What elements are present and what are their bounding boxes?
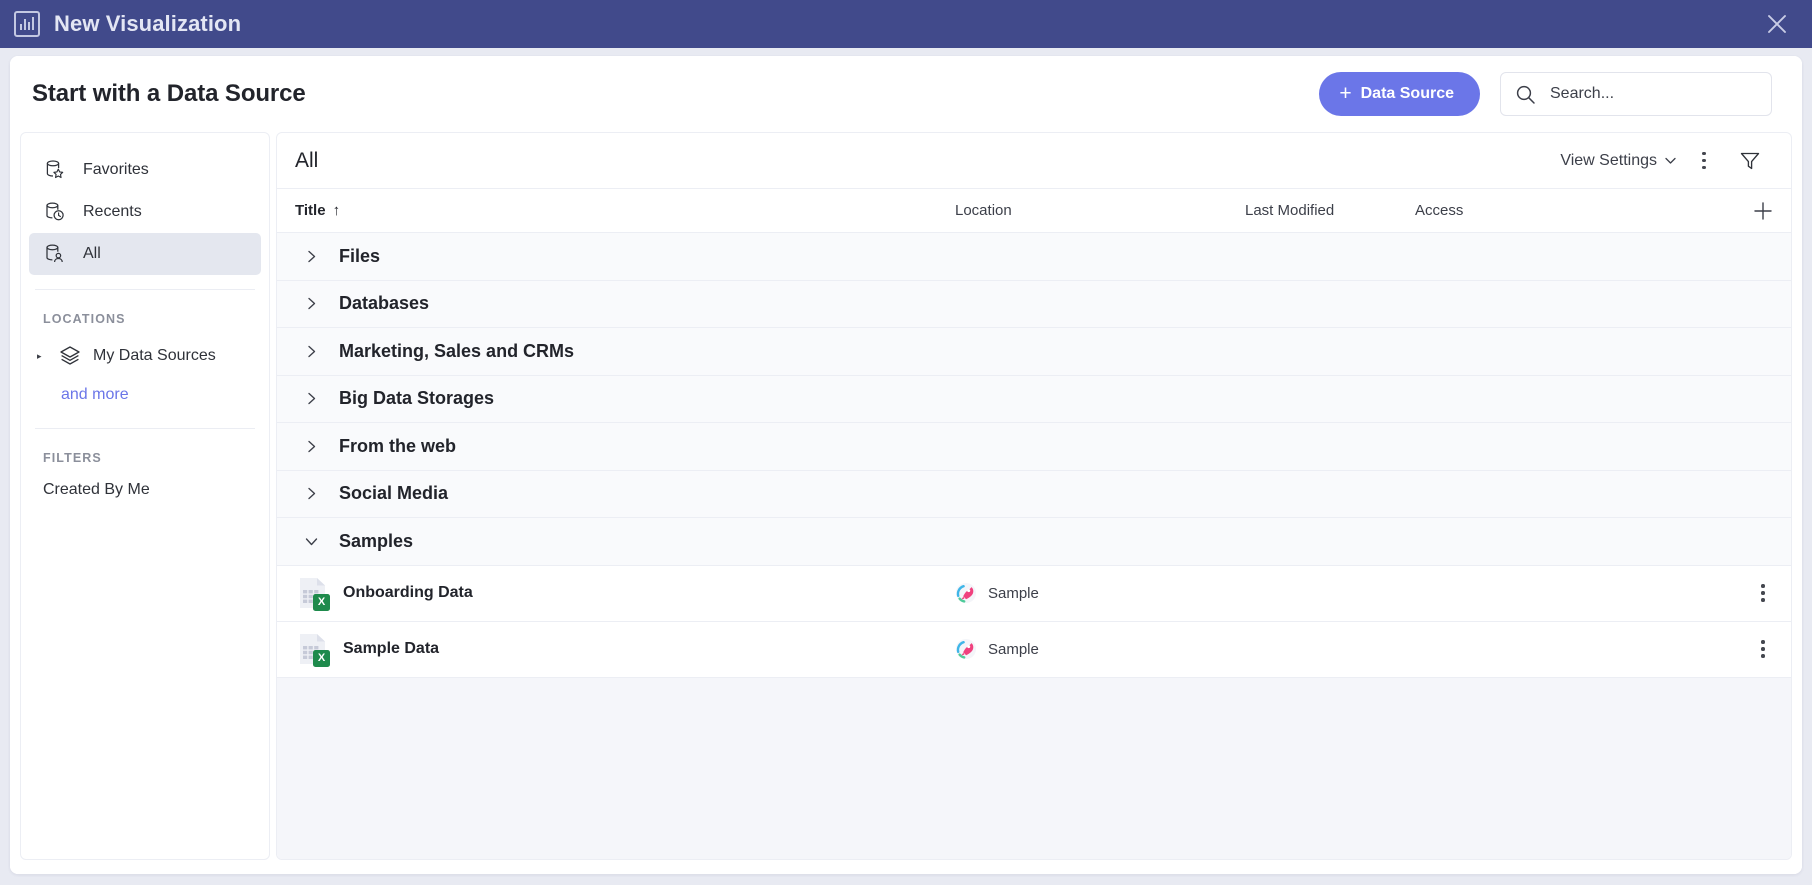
sort-ascending-icon: ↑ <box>332 202 341 219</box>
sidebar-item-recents[interactable]: Recents <box>29 191 261 233</box>
file-title-label: Sample Data <box>343 640 440 657</box>
rocket-icon <box>956 639 976 659</box>
column-header-last-modified[interactable]: Last Modified <box>1245 202 1415 219</box>
table-header-row: Title ↑ Location Last Modified Access <box>277 189 1791 233</box>
window-titlebar: New Visualization <box>0 0 1812 48</box>
table-row[interactable]: X Onboarding Data Sample <box>277 565 1791 622</box>
column-header-access[interactable]: Access <box>1415 202 1735 219</box>
database-user-icon <box>46 244 63 263</box>
group-row-expanded[interactable]: Samples <box>277 518 1791 566</box>
excel-file-icon: X <box>299 633 330 667</box>
data-source-panel: Start with a Data Source + Data Source S… <box>10 56 1802 874</box>
group-row[interactable]: Marketing, Sales and CRMs <box>277 328 1791 376</box>
add-data-source-button[interactable]: + Data Source <box>1319 72 1480 116</box>
panel-body: Favorites Recents All LOCATIONS ▸ My Dat… <box>10 132 1802 874</box>
sidebar-item-label: All <box>83 245 101 262</box>
sidebar-filter-created-by-me[interactable]: Created By Me <box>29 475 261 505</box>
group-row-label: Marketing, Sales and CRMs <box>339 340 575 361</box>
row-menu-button[interactable] <box>1735 640 1791 658</box>
file-location-label: Sample <box>988 640 1039 658</box>
chevron-right-icon <box>303 343 331 360</box>
kebab-menu-icon <box>1761 584 1765 602</box>
plus-icon <box>1754 201 1772 220</box>
search-box[interactable] <box>1500 72 1772 116</box>
filter-button[interactable] <box>1731 142 1769 180</box>
view-settings-button[interactable]: View Settings <box>1560 152 1677 170</box>
plus-icon: + <box>1339 81 1352 105</box>
chevron-right-icon <box>303 248 331 265</box>
sidebar-item-label: Recents <box>83 203 142 220</box>
sidebar-item-favorites[interactable]: Favorites <box>29 149 261 191</box>
column-header-title[interactable]: Title ↑ <box>295 202 955 219</box>
bar-chart-icon <box>14 11 40 37</box>
database-clock-icon <box>46 202 64 221</box>
more-options-button[interactable] <box>1685 142 1723 180</box>
column-header-location[interactable]: Location <box>955 202 1245 219</box>
chevron-right-icon <box>303 485 331 502</box>
group-row-label: Samples <box>339 530 414 551</box>
expand-caret-icon[interactable]: ▸ <box>37 351 47 361</box>
search-input[interactable] <box>1550 85 1757 103</box>
sidebar-locations-label: LOCATIONS <box>43 312 126 326</box>
kebab-menu-icon <box>1761 640 1765 658</box>
group-row[interactable]: From the web <box>277 423 1791 471</box>
chevron-right-icon <box>303 438 331 455</box>
add-data-source-label: Data Source <box>1360 85 1454 102</box>
excel-badge: X <box>313 594 330 611</box>
file-title-cell: X Onboarding Data <box>295 577 955 611</box>
current-view-label: All <box>295 148 319 172</box>
sidebar-item-my-data-sources[interactable]: ▸ My Data Sources <box>29 336 261 376</box>
group-row-label: Big Data Storages <box>339 388 495 409</box>
sidebar-filters-label: FILTERS <box>43 451 102 465</box>
file-title-cell: X Sample Data <box>295 633 955 667</box>
file-location-cell: Sample <box>955 582 1245 604</box>
group-row-label: From the web <box>339 435 457 456</box>
data-source-rows: Files Databases Marketing, Sales and CRM… <box>277 233 1791 859</box>
table-row[interactable]: X Sample Data Sample <box>277 621 1791 678</box>
group-row[interactable]: Big Data Storages <box>277 375 1791 423</box>
group-row-label: Databases <box>339 293 430 314</box>
search-icon <box>1516 85 1535 104</box>
titlebar-left-group: New Visualization <box>14 11 241 37</box>
sidebar: Favorites Recents All LOCATIONS ▸ My Dat… <box>20 132 270 860</box>
close-icon[interactable] <box>1760 7 1794 41</box>
file-location-cell: Sample <box>955 638 1245 660</box>
group-row[interactable]: Databases <box>277 280 1791 328</box>
add-column-button[interactable] <box>1735 200 1791 222</box>
page-title: Start with a Data Source <box>32 80 306 107</box>
excel-file-icon: X <box>299 577 330 611</box>
group-row-label: Files <box>339 245 381 266</box>
file-location-label: Sample <box>988 584 1039 602</box>
and-more-link[interactable]: and more <box>29 376 261 404</box>
list-toolbar: All View Settings <box>277 133 1791 189</box>
sidebar-item-label: My Data Sources <box>93 347 216 364</box>
window-title: New Visualization <box>54 11 242 36</box>
funnel-icon <box>1740 152 1760 169</box>
sidebar-item-label: Favorites <box>83 161 149 178</box>
group-row[interactable]: Social Media <box>277 470 1791 518</box>
chevron-down-icon <box>303 533 331 550</box>
excel-badge: X <box>313 650 330 667</box>
chevron-right-icon <box>303 295 331 312</box>
chevron-right-icon <box>303 390 331 407</box>
file-title-label: Onboarding Data <box>343 584 473 601</box>
sidebar-item-all[interactable]: All <box>29 233 261 275</box>
column-header-title-label: Title <box>295 202 326 219</box>
chevron-down-icon <box>1665 157 1676 164</box>
group-row-label: Social Media <box>339 483 449 504</box>
kebab-menu-icon <box>1702 151 1706 170</box>
data-source-list-panel: All View Settings Title ↑ Location Last … <box>276 132 1792 860</box>
rocket-icon <box>956 583 976 603</box>
group-row[interactable]: Files <box>277 233 1791 281</box>
panel-header: Start with a Data Source + Data Source <box>10 56 1802 132</box>
database-star-icon <box>46 160 64 179</box>
view-settings-label: View Settings <box>1560 151 1657 169</box>
layers-icon <box>60 346 80 365</box>
row-menu-button[interactable] <box>1735 584 1791 602</box>
